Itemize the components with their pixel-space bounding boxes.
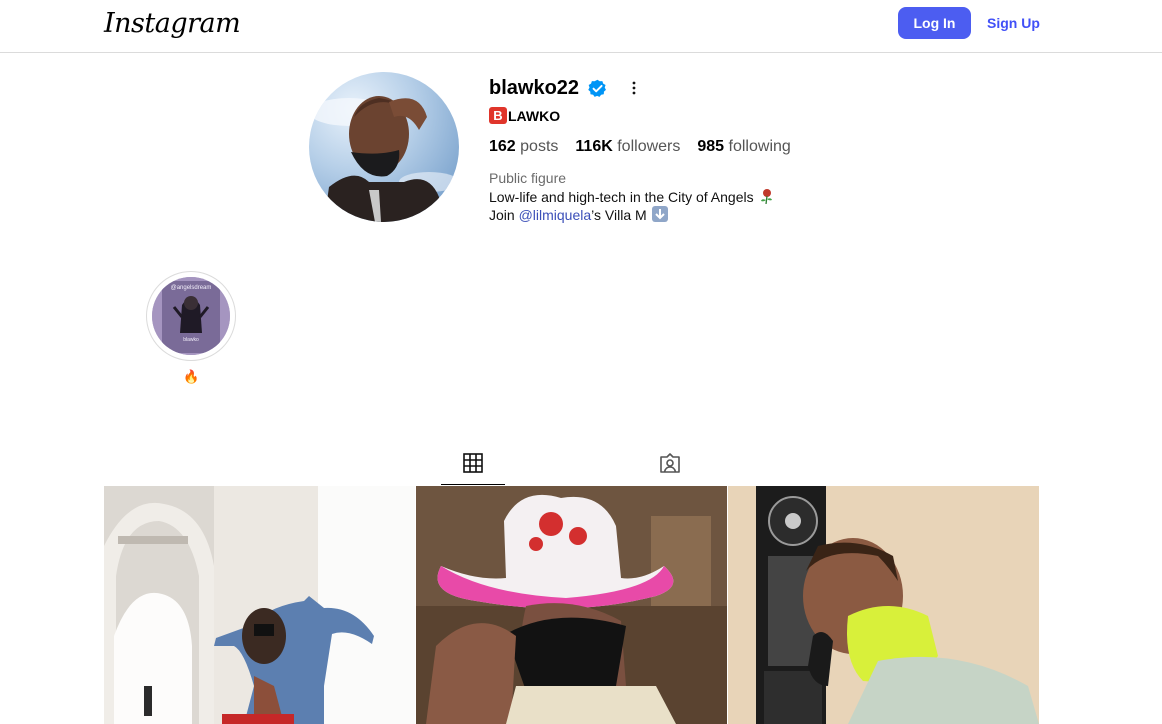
- tagged-icon: [660, 453, 680, 473]
- profile-category: Public figure: [489, 170, 567, 186]
- post-thumbnail[interactable]: [104, 486, 415, 724]
- followers-label: followers: [617, 138, 681, 155]
- story-highlight[interactable]: @angelsdream blawko: [146, 271, 236, 361]
- followers-count: 116K: [575, 138, 613, 155]
- profile-avatar[interactable]: [309, 72, 459, 222]
- grid-icon: [463, 453, 483, 473]
- followers-stat[interactable]: 116K followers: [575, 138, 680, 156]
- instagram-logo[interactable]: Instagram: [104, 8, 241, 39]
- tab-tagged[interactable]: [638, 442, 702, 485]
- signup-link[interactable]: Sign Up: [987, 15, 1040, 31]
- following-count: 985: [697, 138, 725, 155]
- posts-count: 162: [489, 138, 516, 155]
- top-navigation-bar: Instagram Log In Sign Up: [0, 0, 1162, 53]
- post-thumbnail[interactable]: [416, 486, 727, 724]
- bio-line-1: Low-life and high-tech in the City of An…: [489, 188, 776, 205]
- photo-arms-outstretched: [104, 486, 415, 724]
- verified-badge-icon: [588, 79, 606, 97]
- post-thumbnail[interactable]: [728, 486, 1039, 724]
- posts-stat: 162 posts: [489, 138, 558, 156]
- highlight-cover: @angelsdream blawko: [152, 277, 230, 355]
- highlight-cover-text-bottom: blawko: [183, 337, 199, 343]
- login-button[interactable]: Log In: [898, 7, 971, 39]
- fullname-text: LAWKO: [508, 107, 561, 124]
- bio-mention-link[interactable]: @lilmiquela: [519, 207, 592, 223]
- photo-payphone: [728, 486, 1039, 724]
- highlight-cover-text-top: @angelsdream: [171, 285, 212, 291]
- following-label: following: [728, 138, 791, 155]
- highlight-cover-image: @angelsdream blawko: [152, 277, 230, 355]
- following-stat[interactable]: 985 following: [697, 138, 790, 156]
- avatar-image: [309, 96, 459, 222]
- more-options-icon[interactable]: [626, 78, 642, 98]
- b-emoji-badge: B: [489, 107, 507, 124]
- profile-stats: 162 posts 116K followers 985 following: [489, 138, 791, 156]
- photo-pink-cowboy-hat: [416, 486, 727, 724]
- highlight-label: 🔥: [183, 369, 200, 384]
- bio-line-2-prefix: Join: [489, 207, 519, 223]
- posts-label: posts: [520, 138, 559, 155]
- bio-line-1-text: Low-life and high-tech in the City of An…: [489, 189, 754, 205]
- tab-posts[interactable]: [441, 442, 505, 485]
- bio-line-2: Join @lilmiquela’s Villa M: [489, 206, 669, 223]
- down-arrow-icon: [651, 206, 668, 222]
- rose-icon: [760, 189, 772, 204]
- profile-username: blawko22: [489, 77, 580, 99]
- profile-fullname: B LAWKO: [489, 107, 560, 124]
- bio-line-2-suffix: ’s Villa M: [591, 207, 647, 223]
